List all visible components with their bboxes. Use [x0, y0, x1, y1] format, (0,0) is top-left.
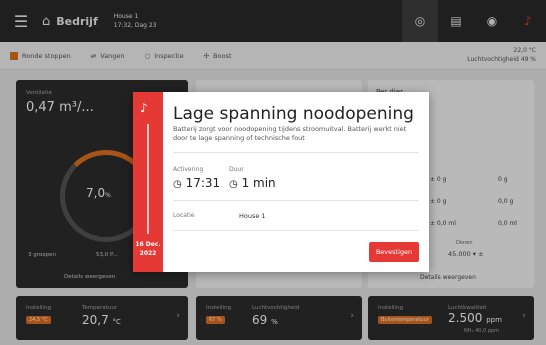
divider — [173, 230, 419, 231]
duration-time: 1 min — [241, 176, 276, 190]
alarm-day: 16 Dec. — [135, 241, 161, 248]
timer-icon: ◷ — [229, 179, 238, 190]
activation-label: Activering — [173, 166, 204, 173]
dialog-description: Batterij zorgt voor noodopening tijdens … — [173, 125, 407, 142]
location-label: Locatie — [173, 212, 195, 219]
alarm-date: 16 Dec. 2022 — [133, 240, 163, 258]
duration-value: ◷ 1 min — [229, 176, 276, 190]
divider — [173, 200, 419, 201]
alarm-bell-icon: ♪ — [140, 101, 148, 115]
confirm-button[interactable]: Bevestigen — [369, 242, 419, 262]
alarm-year: 2022 — [139, 250, 157, 257]
activation-value: ◷ 17:31 — [173, 176, 220, 190]
clock-icon: ◷ — [173, 179, 182, 190]
timeline-line — [147, 124, 149, 234]
dialog-title: Lage spanning noodopening — [173, 104, 414, 124]
activation-time: 17:31 — [185, 176, 221, 190]
divider — [173, 152, 419, 153]
duration-label: Duur — [229, 166, 244, 173]
alarm-sidebar: ♪ 16 Dec. 2022 — [133, 92, 163, 272]
location-value: House 1 — [239, 212, 266, 220]
alarm-dialog: ♪ 16 Dec. 2022 Lage spanning noodopening… — [133, 92, 429, 272]
